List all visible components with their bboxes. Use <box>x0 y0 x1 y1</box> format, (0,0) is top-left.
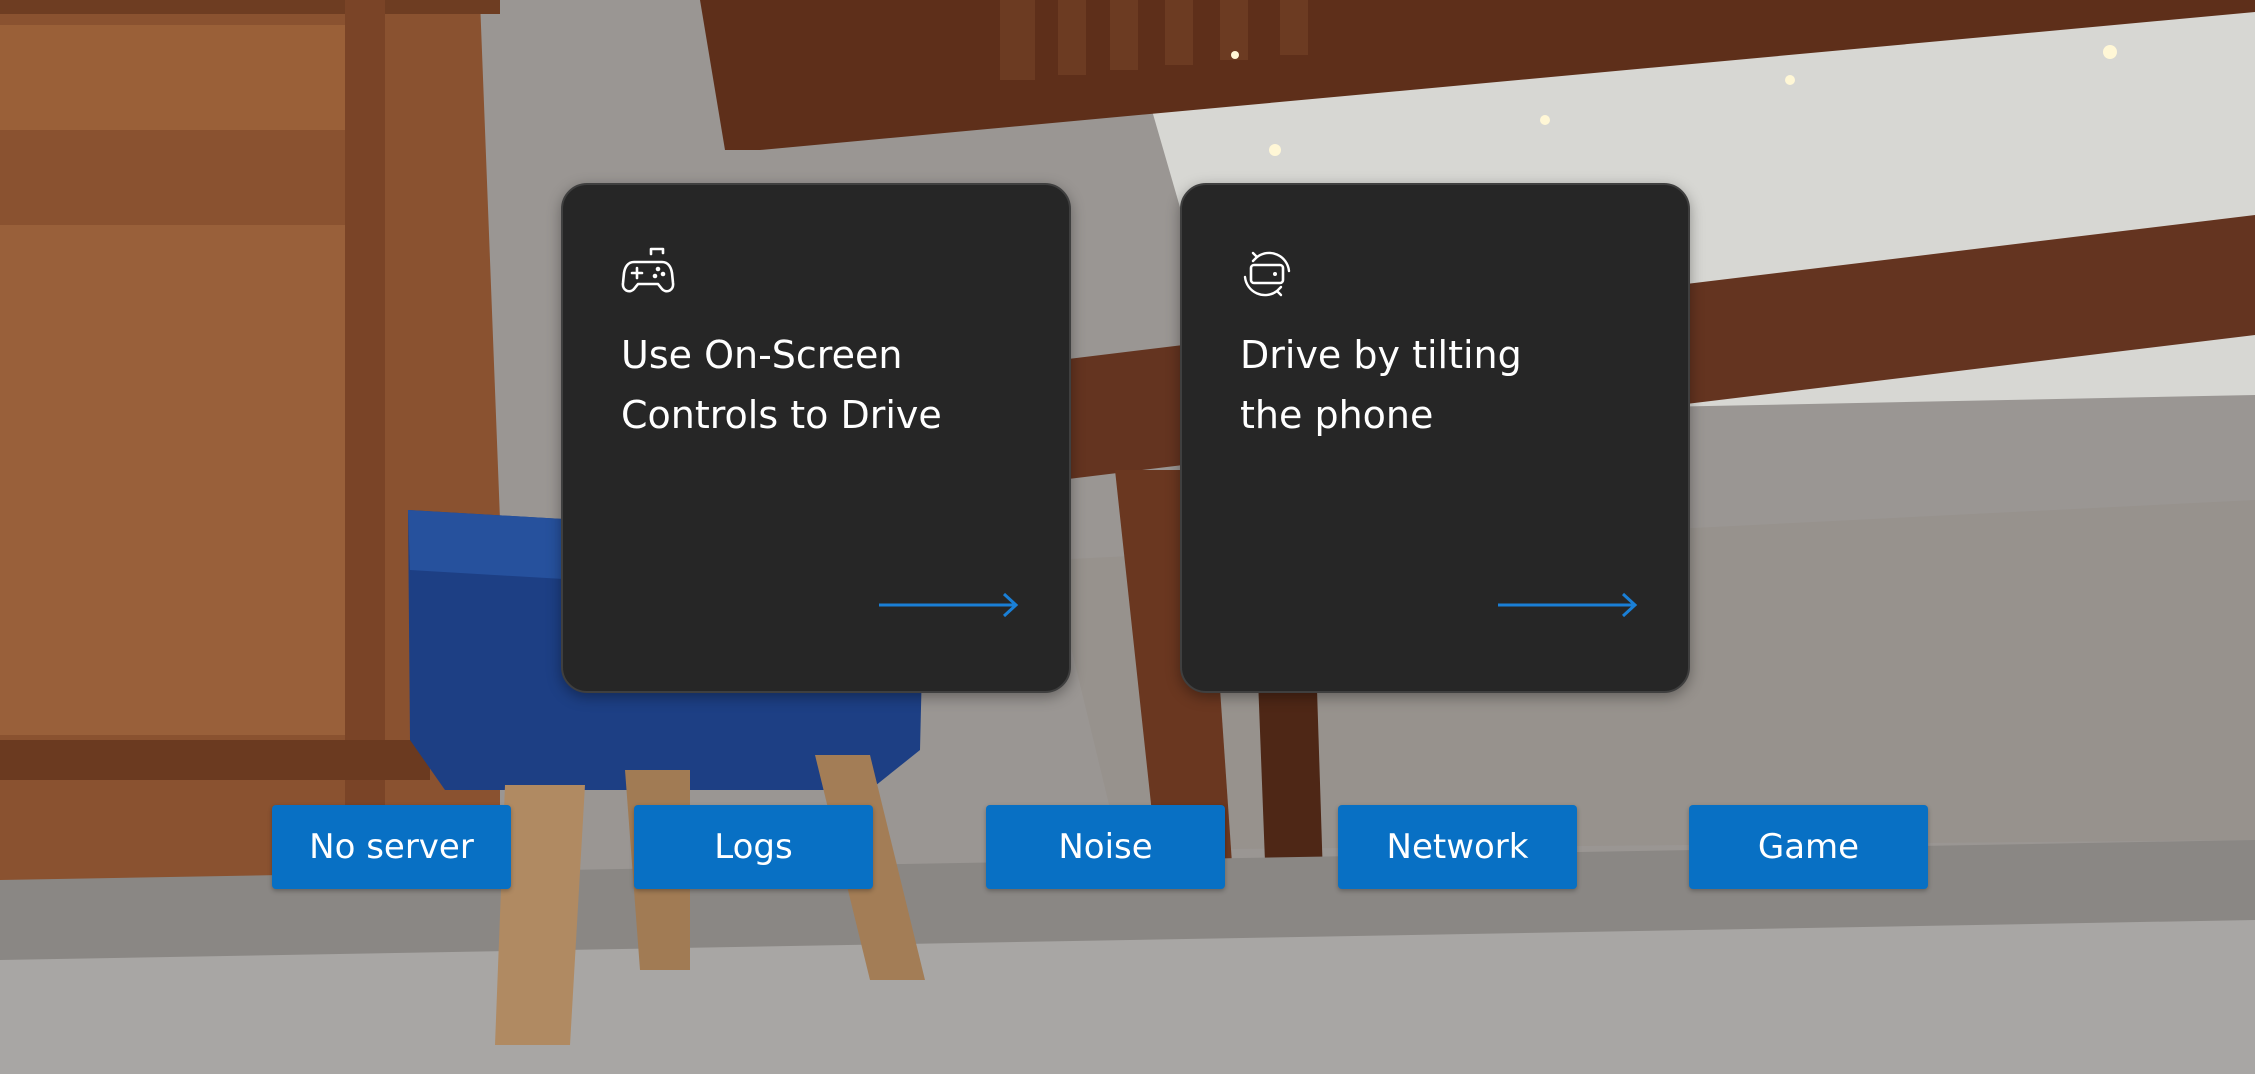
onscreen-controls-card[interactable]: Use On-Screen Controls to Drive <box>561 183 1071 693</box>
arrow-right-icon <box>1498 592 1638 618</box>
noise-button[interactable]: Noise <box>986 805 1225 889</box>
tilt-drive-card[interactable]: Drive by tilting the phone <box>1180 183 1690 693</box>
onscreen-title-line-1: Use On-Screen <box>621 333 903 377</box>
onscreen-controls-title: Use On-Screen Controls to Drive <box>621 325 1031 445</box>
tilt-title-line-1: Drive by tilting <box>1240 333 1522 377</box>
network-button[interactable]: Network <box>1338 805 1577 889</box>
onscreen-title-line-2: Controls to Drive <box>621 393 942 437</box>
game-button[interactable]: Game <box>1689 805 1928 889</box>
tilt-title-line-2: the phone <box>1240 393 1434 437</box>
app-screen: Use On-Screen Controls to Drive Drive by… <box>0 0 2255 1074</box>
no-server-button[interactable]: No server <box>272 805 511 889</box>
camera-feed-background <box>0 0 2255 1074</box>
gamepad-icon <box>621 247 675 293</box>
tilt-drive-title: Drive by tilting the phone <box>1240 325 1650 445</box>
logs-button[interactable]: Logs <box>634 805 873 889</box>
phone-rotate-icon <box>1243 251 1291 297</box>
arrow-right-icon <box>879 592 1019 618</box>
